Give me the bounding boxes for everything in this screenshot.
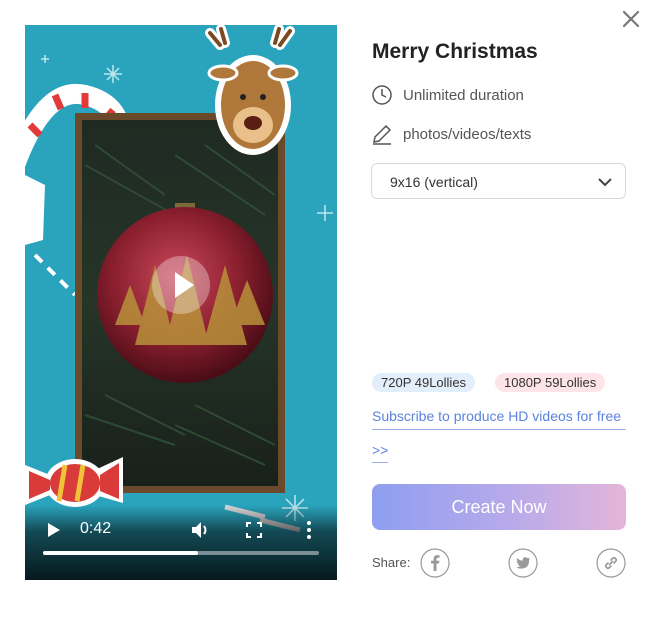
facebook-icon[interactable]	[420, 548, 450, 578]
subscribe-link[interactable]: Subscribe to produce HD videos for free …	[372, 406, 626, 463]
close-icon[interactable]	[620, 8, 642, 30]
media-types-text: photos/videos/texts	[403, 125, 532, 143]
clock-icon	[372, 85, 392, 105]
play-overlay-icon[interactable]	[151, 255, 211, 315]
fullscreen-icon[interactable]	[245, 521, 263, 539]
video-progress-fill	[43, 551, 198, 555]
aspect-ratio-value: 9x16 (vertical)	[390, 174, 478, 190]
subscribe-link-arrow[interactable]: >>	[372, 440, 389, 463]
volume-icon[interactable]	[190, 520, 210, 540]
aspect-ratio-select[interactable]: 9x16 (vertical)	[371, 163, 626, 199]
more-vertical-icon[interactable]	[305, 520, 313, 540]
play-icon[interactable]	[45, 522, 61, 538]
duration-row: Unlimited duration	[371, 83, 524, 107]
share-label: Share:	[372, 555, 411, 570]
video-progress-bar[interactable]	[43, 551, 319, 555]
template-title: Merry Christmas	[372, 40, 538, 63]
video-controls: 0:42	[25, 505, 337, 580]
subscribe-link-text[interactable]: Subscribe to produce HD videos for free	[372, 406, 626, 430]
link-icon[interactable]	[596, 548, 626, 578]
duration-text: Unlimited duration	[403, 86, 524, 104]
media-types-row: photos/videos/texts	[371, 122, 531, 146]
chevron-down-icon	[598, 178, 612, 187]
badge-1080p-price: 1080P 59Lollies	[495, 373, 606, 392]
twitter-icon[interactable]	[508, 548, 538, 578]
video-player[interactable]: 0:42	[25, 25, 337, 580]
create-now-button[interactable]: Create Now	[372, 484, 626, 530]
pencil-icon	[373, 124, 392, 145]
current-time: 0:42	[80, 520, 112, 537]
badge-720p-price: 720P 49Lollies	[372, 373, 476, 392]
